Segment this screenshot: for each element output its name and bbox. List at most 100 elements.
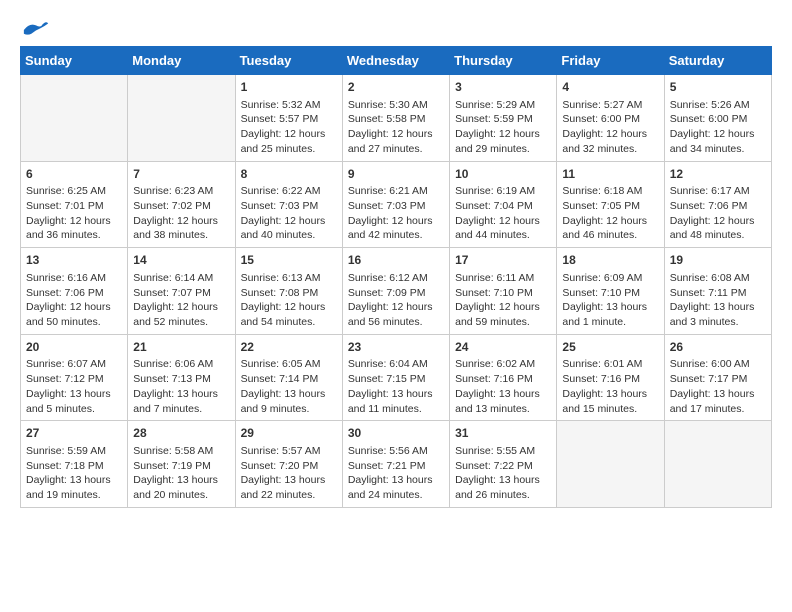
day-info: Sunrise: 5:55 AM Sunset: 7:22 PM Dayligh… xyxy=(455,444,551,503)
calendar-header-thursday: Thursday xyxy=(450,47,557,75)
day-info: Sunrise: 6:13 AM Sunset: 7:08 PM Dayligh… xyxy=(241,271,337,330)
day-number: 31 xyxy=(455,425,551,442)
calendar-cell: 2Sunrise: 5:30 AM Sunset: 5:58 PM Daylig… xyxy=(342,75,449,162)
day-info: Sunrise: 6:25 AM Sunset: 7:01 PM Dayligh… xyxy=(26,184,122,243)
day-info: Sunrise: 6:19 AM Sunset: 7:04 PM Dayligh… xyxy=(455,184,551,243)
day-number: 26 xyxy=(670,339,766,356)
day-number: 13 xyxy=(26,252,122,269)
calendar-cell xyxy=(128,75,235,162)
calendar-cell: 1 Sunrise: 5:32 AM Sunset: 5:57 PM Daylig… xyxy=(235,75,342,162)
calendar-cell: 8Sunrise: 6:22 AM Sunset: 7:03 PM Daylig… xyxy=(235,161,342,248)
calendar-header-tuesday: Tuesday xyxy=(235,47,342,75)
calendar-cell xyxy=(21,75,128,162)
day-info: Sunrise: 5:58 AM Sunset: 7:19 PM Dayligh… xyxy=(133,444,229,503)
calendar-cell: 4 Sunrise: 5:27 AM Sunset: 6:00 PM Daylig… xyxy=(557,75,664,162)
day-info: Sunrise: 6:06 AM Sunset: 7:13 PM Dayligh… xyxy=(133,357,229,416)
day-number: 15 xyxy=(241,252,337,269)
day-number: 1 xyxy=(241,79,337,96)
day-number: 11 xyxy=(562,166,658,183)
calendar-cell: 22Sunrise: 6:05 AM Sunset: 7:14 PM Dayli… xyxy=(235,334,342,421)
calendar-week-row: 20Sunrise: 6:07 AM Sunset: 7:12 PM Dayli… xyxy=(21,334,772,421)
day-number: 19 xyxy=(670,252,766,269)
day-number: 29 xyxy=(241,425,337,442)
day-number: 22 xyxy=(241,339,337,356)
calendar-cell: 17Sunrise: 6:11 AM Sunset: 7:10 PM Dayli… xyxy=(450,248,557,335)
calendar-cell: 31 Sunrise: 5:55 AM Sunset: 7:22 PM Dayli… xyxy=(450,421,557,508)
day-info: Sunrise: 5:59 AM Sunset: 7:18 PM Dayligh… xyxy=(26,444,122,503)
calendar-cell xyxy=(557,421,664,508)
day-info: Sunrise: 5:32 AM Sunset: 5:57 PM Dayligh… xyxy=(241,98,337,157)
day-info: Sunrise: 6:01 AM Sunset: 7:16 PM Dayligh… xyxy=(562,357,658,416)
day-number: 14 xyxy=(133,252,229,269)
day-info: Sunrise: 6:07 AM Sunset: 7:12 PM Dayligh… xyxy=(26,357,122,416)
calendar-cell: 29Sunrise: 5:57 AM Sunset: 7:20 PM Dayli… xyxy=(235,421,342,508)
day-number: 23 xyxy=(348,339,444,356)
calendar-cell: 5 Sunrise: 5:26 AM Sunset: 6:00 PM Daylig… xyxy=(664,75,771,162)
calendar-week-row: 1 Sunrise: 5:32 AM Sunset: 5:57 PM Daylig… xyxy=(21,75,772,162)
calendar-cell: 20Sunrise: 6:07 AM Sunset: 7:12 PM Dayli… xyxy=(21,334,128,421)
day-number: 4 xyxy=(562,79,658,96)
calendar-cell: 23Sunrise: 6:04 AM Sunset: 7:15 PM Dayli… xyxy=(342,334,449,421)
day-number: 10 xyxy=(455,166,551,183)
day-info: Sunrise: 6:23 AM Sunset: 7:02 PM Dayligh… xyxy=(133,184,229,243)
calendar-cell: 7Sunrise: 6:23 AM Sunset: 7:02 PM Daylig… xyxy=(128,161,235,248)
calendar-cell: 27 Sunrise: 5:59 AM Sunset: 7:18 PM Dayli… xyxy=(21,421,128,508)
calendar-cell: 16 Sunrise: 6:12 AM Sunset: 7:09 PM Dayli… xyxy=(342,248,449,335)
day-info: Sunrise: 6:22 AM Sunset: 7:03 PM Dayligh… xyxy=(241,184,337,243)
calendar-cell: 25Sunrise: 6:01 AM Sunset: 7:16 PM Dayli… xyxy=(557,334,664,421)
calendar-cell: 11Sunrise: 6:18 AM Sunset: 7:05 PM Dayli… xyxy=(557,161,664,248)
calendar-header-sunday: Sunday xyxy=(21,47,128,75)
calendar-cell: 24Sunrise: 6:02 AM Sunset: 7:16 PM Dayli… xyxy=(450,334,557,421)
calendar-header-saturday: Saturday xyxy=(664,47,771,75)
page-header xyxy=(20,20,772,36)
day-info: Sunrise: 5:29 AM Sunset: 5:59 PM Dayligh… xyxy=(455,98,551,157)
calendar-week-row: 13 Sunrise: 6:16 AM Sunset: 7:06 PM Dayli… xyxy=(21,248,772,335)
day-number: 27 xyxy=(26,425,122,442)
day-info: Sunrise: 6:21 AM Sunset: 7:03 PM Dayligh… xyxy=(348,184,444,243)
day-info: Sunrise: 6:18 AM Sunset: 7:05 PM Dayligh… xyxy=(562,184,658,243)
day-info: Sunrise: 5:27 AM Sunset: 6:00 PM Dayligh… xyxy=(562,98,658,157)
calendar-cell: 12Sunrise: 6:17 AM Sunset: 7:06 PM Dayli… xyxy=(664,161,771,248)
calendar-cell: 10Sunrise: 6:19 AM Sunset: 7:04 PM Dayli… xyxy=(450,161,557,248)
logo xyxy=(20,20,50,36)
calendar-table: SundayMondayTuesdayWednesdayThursdayFrid… xyxy=(20,46,772,508)
calendar-cell: 28 Sunrise: 5:58 AM Sunset: 7:19 PM Dayli… xyxy=(128,421,235,508)
day-number: 6 xyxy=(26,166,122,183)
day-info: Sunrise: 5:26 AM Sunset: 6:00 PM Dayligh… xyxy=(670,98,766,157)
day-number: 16 xyxy=(348,252,444,269)
day-info: Sunrise: 6:14 AM Sunset: 7:07 PM Dayligh… xyxy=(133,271,229,330)
day-number: 21 xyxy=(133,339,229,356)
day-number: 8 xyxy=(241,166,337,183)
logo-bird-icon xyxy=(22,20,50,40)
calendar-header-monday: Monday xyxy=(128,47,235,75)
day-number: 12 xyxy=(670,166,766,183)
day-number: 9 xyxy=(348,166,444,183)
day-number: 5 xyxy=(670,79,766,96)
calendar-cell xyxy=(664,421,771,508)
day-info: Sunrise: 5:56 AM Sunset: 7:21 PM Dayligh… xyxy=(348,444,444,503)
calendar-cell: 15 Sunrise: 6:13 AM Sunset: 7:08 PM Dayli… xyxy=(235,248,342,335)
calendar-header-row: SundayMondayTuesdayWednesdayThursdayFrid… xyxy=(21,47,772,75)
calendar-cell: 6Sunrise: 6:25 AM Sunset: 7:01 PM Daylig… xyxy=(21,161,128,248)
calendar-week-row: 27 Sunrise: 5:59 AM Sunset: 7:18 PM Dayli… xyxy=(21,421,772,508)
calendar-cell: 21Sunrise: 6:06 AM Sunset: 7:13 PM Dayli… xyxy=(128,334,235,421)
day-info: Sunrise: 6:08 AM Sunset: 7:11 PM Dayligh… xyxy=(670,271,766,330)
day-number: 2 xyxy=(348,79,444,96)
day-info: Sunrise: 6:16 AM Sunset: 7:06 PM Dayligh… xyxy=(26,271,122,330)
calendar-cell: 3 Sunrise: 5:29 AM Sunset: 5:59 PM Daylig… xyxy=(450,75,557,162)
day-number: 18 xyxy=(562,252,658,269)
calendar-cell: 9Sunrise: 6:21 AM Sunset: 7:03 PM Daylig… xyxy=(342,161,449,248)
day-info: Sunrise: 6:02 AM Sunset: 7:16 PM Dayligh… xyxy=(455,357,551,416)
day-number: 20 xyxy=(26,339,122,356)
day-number: 3 xyxy=(455,79,551,96)
calendar-cell: 26Sunrise: 6:00 AM Sunset: 7:17 PM Dayli… xyxy=(664,334,771,421)
day-number: 24 xyxy=(455,339,551,356)
day-info: Sunrise: 6:00 AM Sunset: 7:17 PM Dayligh… xyxy=(670,357,766,416)
day-number: 7 xyxy=(133,166,229,183)
day-number: 30 xyxy=(348,425,444,442)
day-number: 25 xyxy=(562,339,658,356)
day-info: Sunrise: 6:12 AM Sunset: 7:09 PM Dayligh… xyxy=(348,271,444,330)
calendar-cell: 30 Sunrise: 5:56 AM Sunset: 7:21 PM Dayli… xyxy=(342,421,449,508)
day-number: 28 xyxy=(133,425,229,442)
calendar-cell: 18Sunrise: 6:09 AM Sunset: 7:10 PM Dayli… xyxy=(557,248,664,335)
